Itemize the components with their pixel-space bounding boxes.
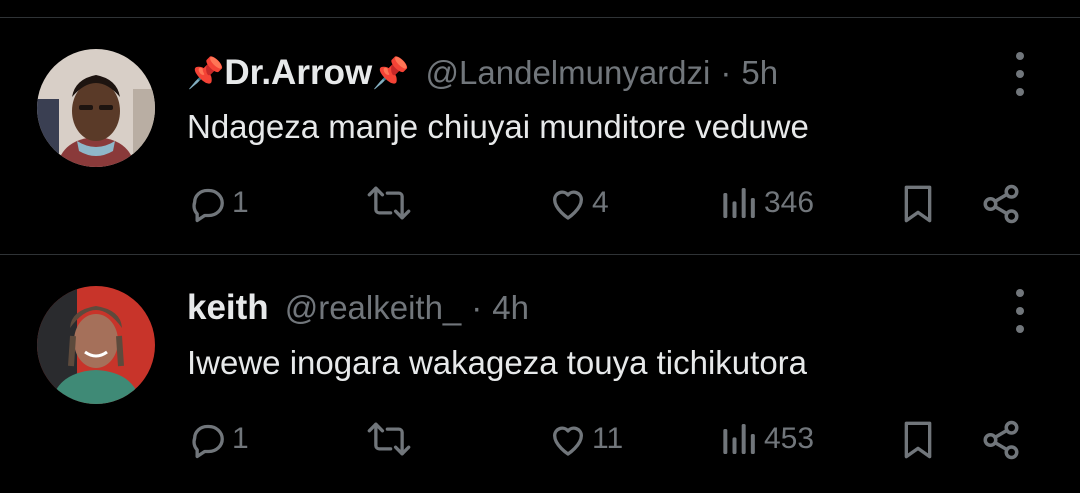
pin-emoji: 📌 — [187, 56, 225, 90]
retweet-icon — [367, 422, 411, 456]
bookmark-icon — [904, 421, 932, 459]
tweet-text: Iwewe inogara wakageza touya tichikutora — [187, 344, 808, 381]
views-icon — [723, 424, 755, 454]
like-count: 11 — [592, 422, 624, 455]
avatar[interactable] — [37, 286, 155, 404]
timestamp[interactable]: 4h — [492, 289, 529, 327]
timestamp[interactable]: 5h — [741, 54, 778, 92]
reply-button[interactable]: 1 — [188, 419, 249, 459]
tweet-card[interactable]: 📌 Dr.Arrow 📌 @Landelmunyardzi · 5h Ndage… — [0, 18, 1080, 256]
bookmark-icon — [904, 185, 932, 223]
share-button[interactable] — [980, 419, 1022, 461]
pin-emoji: 📌 — [372, 56, 410, 90]
like-count: 4 — [592, 186, 609, 219]
separator-dot: · — [471, 289, 483, 326]
like-button[interactable]: 11 — [548, 419, 623, 459]
bookmark-button[interactable] — [898, 183, 938, 225]
views-count: 453 — [764, 422, 815, 455]
tweet-header: 📌 Dr.Arrow 📌 @Landelmunyardzi · 5h — [187, 48, 778, 98]
separator-dot: · — [720, 54, 732, 91]
retweet-button[interactable] — [366, 183, 416, 223]
tweet-text: Ndageza manje chiuyai munditore veduwe — [187, 108, 809, 145]
like-button[interactable]: 4 — [548, 183, 609, 223]
views-count: 346 — [764, 186, 815, 219]
retweet-icon — [367, 186, 411, 220]
reply-icon — [192, 188, 224, 223]
share-button[interactable] — [980, 183, 1022, 225]
reply-count: 1 — [232, 422, 249, 455]
share-icon — [983, 184, 1019, 224]
views-button[interactable]: 346 — [720, 183, 814, 223]
user-handle[interactable]: @Landelmunyardzi — [426, 54, 711, 92]
views-icon — [723, 188, 755, 218]
display-name[interactable]: Dr.Arrow — [224, 53, 372, 93]
reply-button[interactable]: 1 — [188, 183, 249, 223]
display-name[interactable]: keith — [187, 288, 269, 328]
heart-icon — [553, 190, 583, 220]
reply-icon — [192, 424, 224, 459]
avatar[interactable] — [37, 49, 155, 167]
reply-count: 1 — [232, 186, 249, 219]
tweet-header: keith @realkeith_ · 4h — [187, 283, 529, 333]
user-handle[interactable]: @realkeith_ — [285, 289, 462, 327]
views-button[interactable]: 453 — [720, 419, 814, 459]
more-icon[interactable] — [1005, 289, 1035, 333]
tweet-card[interactable]: keith @realkeith_ · 4h Iwewe inogara wak… — [0, 255, 1080, 493]
share-icon — [983, 420, 1019, 460]
bookmark-button[interactable] — [898, 419, 938, 461]
heart-icon — [553, 426, 583, 456]
retweet-button[interactable] — [366, 419, 416, 459]
more-icon[interactable] — [1005, 52, 1035, 96]
